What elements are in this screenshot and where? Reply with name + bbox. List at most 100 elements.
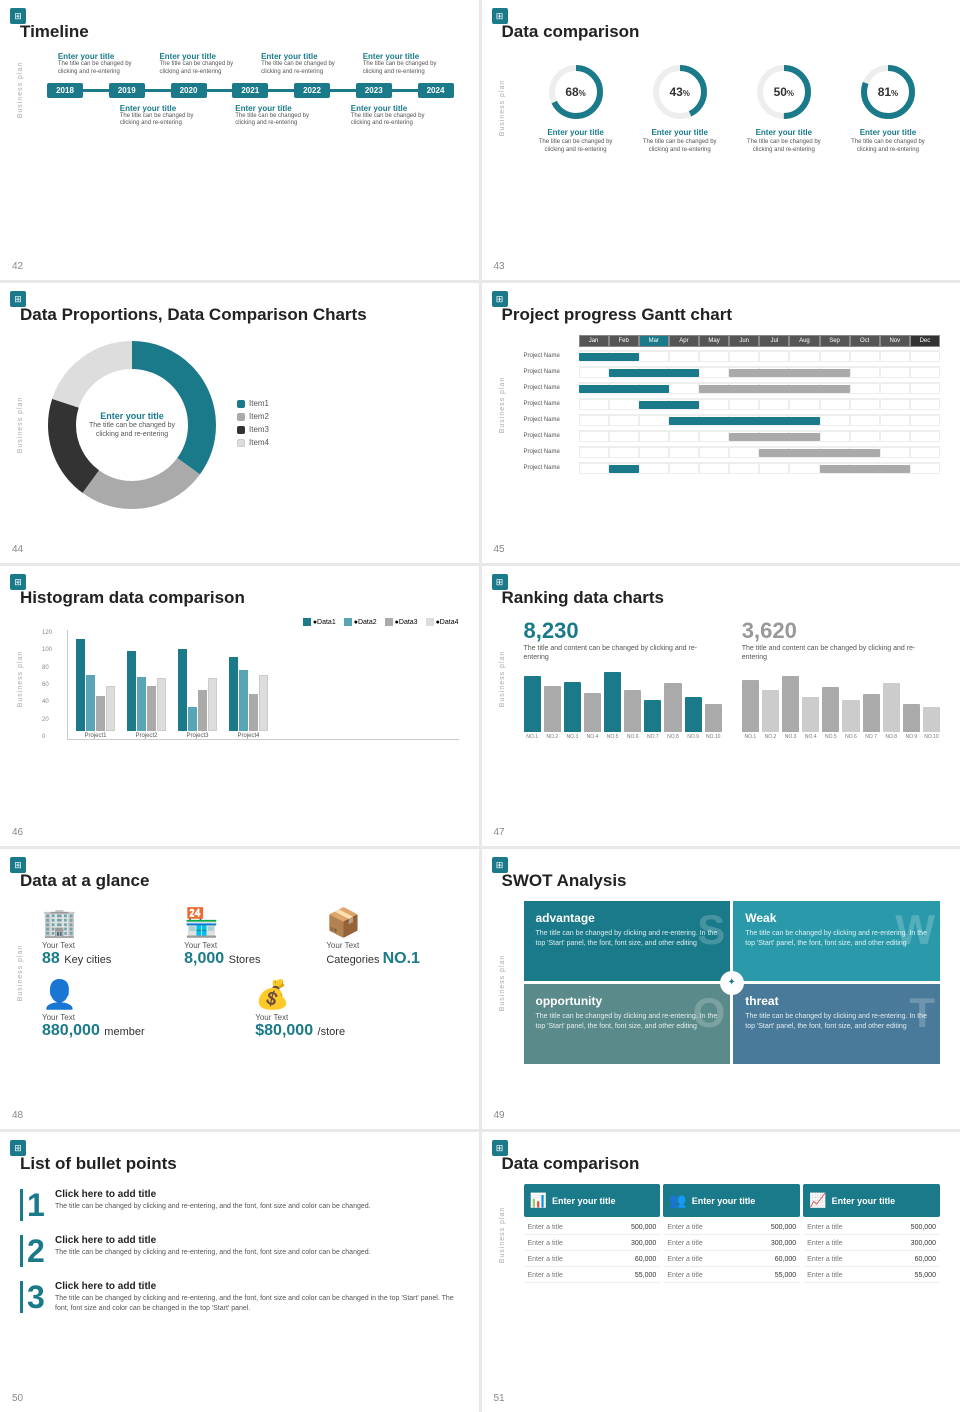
donut-chart: Enter your title The title can be change… — [42, 335, 222, 515]
slide-icon-43 — [492, 8, 508, 24]
slide-51-title: Data comparison — [502, 1154, 941, 1174]
donut-center-title: Enter your title — [82, 411, 182, 421]
slide-51: Data comparison Business plan 📊 Enter yo… — [482, 1132, 960, 1412]
ranking-left-desc: The title and content can be changed by … — [524, 644, 722, 662]
comparison-table: 📊 Enter your title 👥 Enter your title 📈 … — [524, 1184, 941, 1285]
histogram-area: 0 20 40 60 80 100 120 — [42, 630, 459, 740]
ranking-container: 8,230 The title and content can be chang… — [524, 618, 941, 740]
comp-header-1: 📊 Enter your title — [524, 1184, 661, 1217]
timeline-top-item-3: Enter your title The title can be change… — [261, 52, 341, 77]
gantt-row: Project Name — [524, 413, 941, 427]
slide-number-47: 47 — [494, 827, 505, 838]
slide-43: Data comparison Business plan 68% Enter … — [482, 0, 960, 280]
glance-grid-row2: 👤 Your Text 880,000 member 💰 Your Text $… — [42, 973, 459, 1045]
glance-item-stores: 🏪 Your Text 8,000 Stores — [184, 906, 316, 968]
gantt-row: Project Name — [524, 397, 941, 411]
swot-cell-o: O opportunity The title can be changed b… — [524, 984, 731, 1064]
business-plan-label-49: Business plan — [498, 954, 505, 1011]
slide-number-49: 49 — [494, 1110, 505, 1121]
timeline-bottom-item-3: Enter your title The title can be change… — [351, 104, 441, 129]
slide-icon-49 — [492, 857, 508, 873]
comp-headers: 📊 Enter your title 👥 Enter your title 📈 … — [524, 1184, 941, 1217]
swot-cell-t: T threat The title can be changed by cli… — [733, 984, 940, 1064]
histogram-bars: Project1 Project2 — [67, 630, 459, 740]
business-plan-label-43: Business plan — [498, 80, 505, 137]
circles-container: 68% Enter your title The title can be ch… — [524, 52, 941, 165]
ranking-right-num: 3,620 — [742, 618, 940, 644]
slide-number-46: 46 — [12, 827, 23, 838]
donut-legend: Item1 Item2 Item3 Item4 — [237, 399, 269, 451]
timeline-bottom-items: Enter your title The title can be change… — [47, 104, 454, 129]
comp-header-2: 👥 Enter your title — [663, 1184, 800, 1217]
gantt-row: Project Name — [524, 429, 941, 443]
circle-item-4: 81% Enter your title The title can be ch… — [848, 62, 928, 155]
circle-item-1: 68% Enter your title The title can be ch… — [536, 62, 616, 155]
business-plan-label-44: Business plan — [17, 397, 24, 454]
slide-49: SWOT Analysis Business plan S advantage … — [482, 849, 960, 1129]
slide-number-44: 44 — [12, 544, 23, 555]
swot-cell-w: W Weak The title can be changed by click… — [733, 901, 940, 981]
slide-46-title: Histogram data comparison — [20, 588, 459, 608]
slide-46: Histogram data comparison Business plan … — [0, 566, 479, 846]
timeline-bottom-item-2: Enter your title The title can be change… — [235, 104, 325, 129]
slide-number-45: 45 — [494, 544, 505, 555]
slide-icon-48 — [10, 857, 26, 873]
gantt-row: Project Name — [524, 365, 941, 379]
glance-grid-row1: 🏢 Your Text 88 Key cities 🏪 Your Text 8,… — [42, 901, 459, 973]
timeline-top-item-4: Enter your title The title can be change… — [363, 52, 443, 77]
glance-item-categories: 📦 Your Text Categories NO.1 — [326, 906, 458, 968]
slide-number-50: 50 — [12, 1393, 23, 1404]
slide-icon-45 — [492, 291, 508, 307]
slide-47: Ranking data charts Business plan 8,230 … — [482, 566, 960, 846]
slide-43-title: Data comparison — [502, 22, 941, 42]
ranking-right-desc: The title and content can be changed by … — [742, 644, 940, 662]
slide-icon-46 — [10, 574, 26, 590]
swot-connector — [720, 971, 744, 995]
slide-icon-44 — [10, 291, 26, 307]
business-plan-label-45: Business plan — [498, 377, 505, 434]
slide-48-title: Data at a glance — [20, 871, 459, 891]
slide-49-title: SWOT Analysis — [502, 871, 941, 891]
slide-icon-51 — [492, 1140, 508, 1156]
slide-48: Data at a glance Business plan 🏢 Your Te… — [0, 849, 479, 1129]
gantt-row: Project Name — [524, 381, 941, 395]
gantt-chart: Jan Feb Mar Apr May Jun Jul Aug Sep Oct … — [524, 335, 941, 475]
donut-container: Enter your title The title can be change… — [42, 335, 459, 515]
slide-number-51: 51 — [494, 1393, 505, 1404]
donut-center-desc: The title can be changed by clicking and… — [82, 421, 182, 439]
glance-item-cities: 🏢 Your Text 88 Key cities — [42, 906, 174, 968]
business-plan-label-42: Business plan — [17, 62, 24, 119]
timeline-top-item-2: Enter your title The title can be change… — [159, 52, 239, 77]
comp-data-row-2: Enter a title300,000 Enter a title300,00… — [524, 1237, 941, 1251]
bullet-list: 1 Click here to add title The title can … — [20, 1184, 459, 1333]
slide-icon-42 — [10, 8, 26, 24]
slide-45: Project progress Gantt chart Business pl… — [482, 283, 960, 563]
slide-icon-50 — [10, 1140, 26, 1156]
slide-50-title: List of bullet points — [20, 1154, 459, 1174]
timeline-top-items: Enter your title The title can be change… — [47, 52, 454, 77]
gantt-row: Project Name — [524, 445, 941, 459]
gantt-rows: Project Name Project Name Project Name Proj… — [524, 349, 941, 475]
slide-42: Timeline Business plan Enter your title … — [0, 0, 479, 280]
business-plan-label-51: Business plan — [498, 1206, 505, 1263]
ranking-right-bars: NO.1 NO.2 NO.3 NO.4 — [742, 670, 940, 740]
swot-cell-s: S advantage The title can be changed by … — [524, 901, 731, 981]
gantt-row: Project Name — [524, 461, 941, 475]
gantt-row: Project Name — [524, 349, 941, 363]
slide-icon-47 — [492, 574, 508, 590]
timeline-top-item-1: Enter your title The title can be change… — [58, 52, 138, 77]
slide-44-title: Data Proportions, Data Comparison Charts — [20, 305, 459, 325]
slide-44: Data Proportions, Data Comparison Charts… — [0, 283, 479, 563]
timeline-container: Enter your title The title can be change… — [42, 52, 459, 128]
circle-item-3: 50% Enter your title The title can be ch… — [744, 62, 824, 155]
glance-item-member: 👤 Your Text 880,000 member — [42, 978, 245, 1040]
histogram-legend: ●Data1 ●Data2 ●Data3 ●Data4 — [42, 618, 459, 626]
ranking-left: 8,230 The title and content can be chang… — [524, 618, 722, 740]
slide-number-43: 43 — [494, 261, 505, 272]
circle-item-2: 43% Enter your title The title can be ch… — [640, 62, 720, 155]
slide-number-48: 48 — [12, 1110, 23, 1121]
ranking-right: 3,620 The title and content can be chang… — [742, 618, 940, 740]
bullet-item-2: 2 Click here to add title The title can … — [20, 1235, 459, 1267]
bullet-item-3: 3 Click here to add title The title can … — [20, 1281, 459, 1314]
business-plan-label-47: Business plan — [498, 651, 505, 708]
